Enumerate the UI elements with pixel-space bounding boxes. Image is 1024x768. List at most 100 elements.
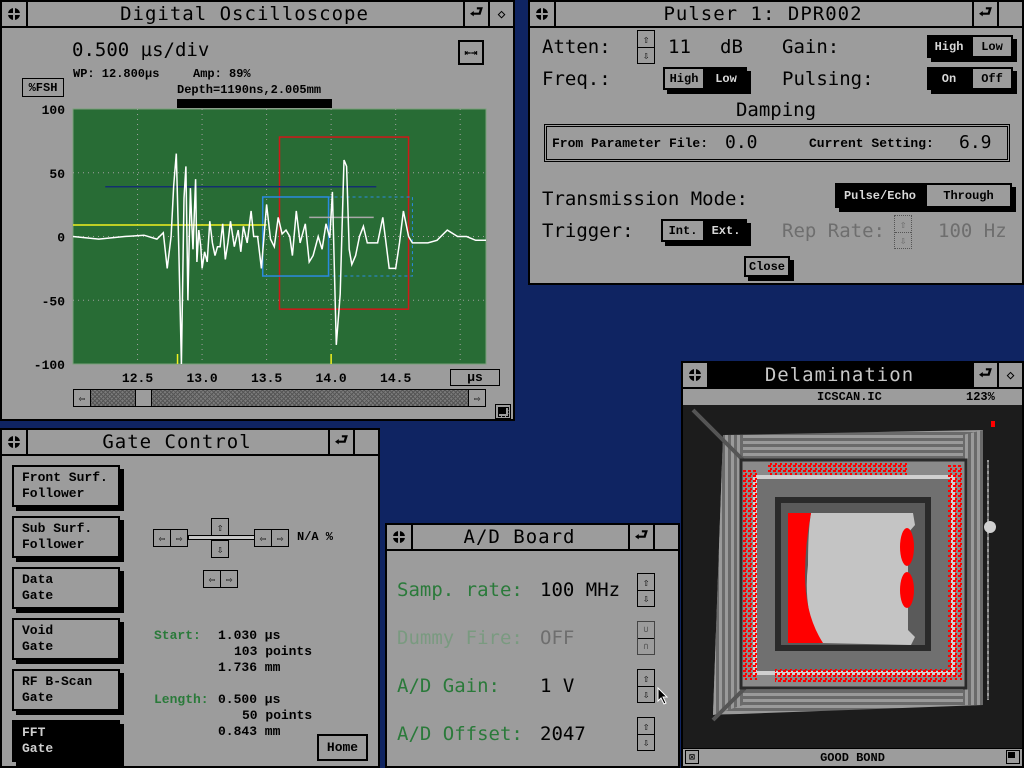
pulser-titlebar[interactable]: Pulser 1: DPR002 ⮐ [530, 2, 1022, 28]
delamination-window: Delamination ⮐ ◇ ICSCAN.IC 123% ⊠ GOOD B… [681, 361, 1024, 768]
trigger-toggle[interactable]: Int. Ext. [661, 219, 747, 242]
void-gate-button[interactable]: Void Gate [12, 618, 120, 660]
start-us-value: 1.030 µs [218, 628, 281, 643]
arrow-down-icon[interactable]: ⇩ [638, 47, 654, 63]
restore-icon[interactable]: ⮐ [328, 430, 353, 454]
scroll-left-arrow-icon[interactable]: ⇦ [74, 390, 91, 406]
home-button[interactable]: Home [317, 734, 368, 761]
window-menu-icon[interactable] [387, 525, 413, 549]
data-gate-button[interactable]: Data Gate [12, 567, 120, 609]
ad-offset-spinner[interactable]: ⇧ ⇩ [637, 717, 655, 751]
arrow-up-icon[interactable]: ⇧ [638, 574, 654, 590]
window-menu-icon[interactable] [530, 2, 556, 26]
trigger-int-option[interactable]: Int. [661, 219, 705, 242]
gain-low-option[interactable]: Low [971, 35, 1013, 58]
atten-spinner[interactable]: ⇧ ⇩ [637, 30, 655, 64]
from-file-label: From Parameter File: [552, 136, 709, 151]
edge-artifact [984, 521, 996, 533]
dummy-fire-toggle[interactable]: ∪ ∩ [637, 621, 655, 655]
pulsing-toggle[interactable]: On Off [927, 67, 1013, 90]
y-tick-label: 100 [42, 103, 66, 118]
start-mm-value: 1.736 mm [218, 660, 281, 675]
restore-icon[interactable]: ⮐ [972, 363, 997, 387]
pulse-echo-option[interactable]: Pulse/Echo [835, 183, 925, 208]
gain-toggle[interactable]: High Low [927, 35, 1013, 58]
resize-handle-icon[interactable] [1006, 750, 1020, 764]
close-button[interactable]: Close [744, 256, 790, 277]
scroll-right-arrow-icon[interactable]: ⇨ [468, 390, 485, 406]
ad-board-titlebar[interactable]: A/D Board ⮐ [387, 525, 678, 551]
length-us-value: 0.500 µs [218, 692, 281, 707]
arrow-down-icon[interactable]: ⇩ [638, 734, 654, 750]
freq-high-option[interactable]: High [663, 67, 705, 90]
pulsing-on-option[interactable]: On [927, 67, 971, 90]
sub-surface-follower-button[interactable]: Sub Surf. Follower [12, 516, 120, 558]
gain-high-option[interactable]: High [927, 35, 971, 58]
through-option[interactable]: Through [925, 183, 1012, 208]
window-title: Gate Control [102, 431, 252, 453]
y-tick-label: -100 [34, 358, 65, 373]
restore-icon[interactable]: ⮐ [628, 525, 653, 549]
toggle-up-icon[interactable]: ∪ [638, 622, 654, 638]
delamination-ring-top [768, 463, 908, 475]
gate-shift-right-arrow-icon[interactable]: ⇨ [220, 570, 238, 588]
window-menu-icon[interactable] [683, 363, 709, 387]
rep-rate-spinner-disabled: ⇧ ⇩ [894, 215, 912, 249]
delamination-ring-left [743, 470, 757, 680]
oscilloscope-plot[interactable]: 12.5 13.0 13.5 14.0 14.5 100 50 0 -50 -100 [2, 2, 517, 423]
ad-offset-label: A/D Offset: [397, 723, 523, 745]
rf-bscan-gate-button[interactable]: RF B-Scan Gate [12, 669, 120, 711]
time-unit-button[interactable]: µs [450, 369, 500, 386]
arrow-up-icon[interactable]: ⇧ [638, 670, 654, 686]
gate-level-down-arrow-icon[interactable]: ⇩ [211, 540, 229, 558]
gate-control-titlebar[interactable]: Gate Control ⮐ [2, 430, 378, 456]
window-title: A/D Board [463, 526, 576, 548]
start-points-value: 103 points [234, 644, 313, 659]
maximize-diamond-icon[interactable]: ◇ [997, 363, 1022, 387]
x-tick-label: 13.5 [251, 371, 282, 386]
horizontal-scrollbar[interactable]: ⇦ ⇨ [73, 389, 486, 407]
sample-rate-spinner[interactable]: ⇧ ⇩ [637, 573, 655, 607]
freq-toggle[interactable]: High Low [663, 67, 747, 90]
oscilloscope-window: Digital Oscilloscope ⮐ ◇ 0.500 µs/div ⇤⇥… [0, 0, 515, 421]
ad-gain-spinner[interactable]: ⇧ ⇩ [637, 669, 655, 703]
image-filename: ICSCAN.IC [817, 390, 882, 404]
sample-rate-value: 100 MHz [540, 579, 621, 601]
pulser-window: Pulser 1: DPR002 ⮐ Atten: ⇧ ⇩ 11 dB Gain… [528, 0, 1024, 285]
y-tick-label: 0 [57, 231, 65, 246]
arrow-down-icon: ⇩ [895, 232, 911, 248]
gate-start-right-arrow-icon[interactable]: ⇨ [170, 529, 188, 547]
freq-low-option[interactable]: Low [705, 67, 747, 90]
dummy-fire-value: OFF [540, 627, 575, 649]
gate-shift-left-arrow-icon[interactable]: ⇦ [203, 570, 221, 588]
rep-rate-label: Rep Rate: [782, 220, 885, 242]
c-scan-image[interactable] [683, 405, 1022, 748]
length-points-value: 50 points [242, 708, 313, 723]
toggle-down-icon[interactable]: ∩ [638, 638, 654, 654]
arrow-up-icon[interactable]: ⇧ [638, 31, 654, 47]
sample-rate-label: Samp. rate: [397, 579, 523, 601]
fft-gate-button[interactable]: FFT Gate [12, 720, 120, 762]
transmission-mode-toggle[interactable]: Pulse/Echo Through [835, 183, 1012, 208]
restore-icon[interactable]: ⮐ [972, 2, 997, 26]
pulsing-off-option[interactable]: Off [971, 67, 1013, 90]
gate-end-left-arrow-icon[interactable]: ⇦ [254, 529, 272, 547]
window-menu-icon[interactable] [2, 430, 28, 454]
gate-level-up-arrow-icon[interactable]: ⇧ [211, 518, 229, 536]
freq-label: Freq.: [542, 68, 611, 90]
x-tick-label: 14.0 [316, 371, 347, 386]
front-surface-follower-button[interactable]: Front Surf. Follower [12, 465, 120, 507]
resize-handle-icon[interactable] [495, 404, 511, 419]
gate-start-left-arrow-icon[interactable]: ⇦ [153, 529, 171, 547]
gate-end-right-arrow-icon[interactable]: ⇨ [271, 529, 289, 547]
ad-gain-value: 1 V [540, 675, 575, 697]
scroll-thumb[interactable] [135, 390, 152, 406]
delamination-ring-right [947, 465, 963, 680]
arrow-up-icon[interactable]: ⇧ [638, 718, 654, 734]
arrow-down-icon[interactable]: ⇩ [638, 590, 654, 606]
arrow-down-icon[interactable]: ⇩ [638, 686, 654, 702]
trigger-ext-option[interactable]: Ext. [705, 219, 747, 242]
window-title: Pulser 1: DPR002 [663, 3, 863, 25]
delamination-titlebar[interactable]: Delamination ⮐ ◇ [683, 363, 1022, 389]
image-zoom: 123% [966, 390, 995, 404]
